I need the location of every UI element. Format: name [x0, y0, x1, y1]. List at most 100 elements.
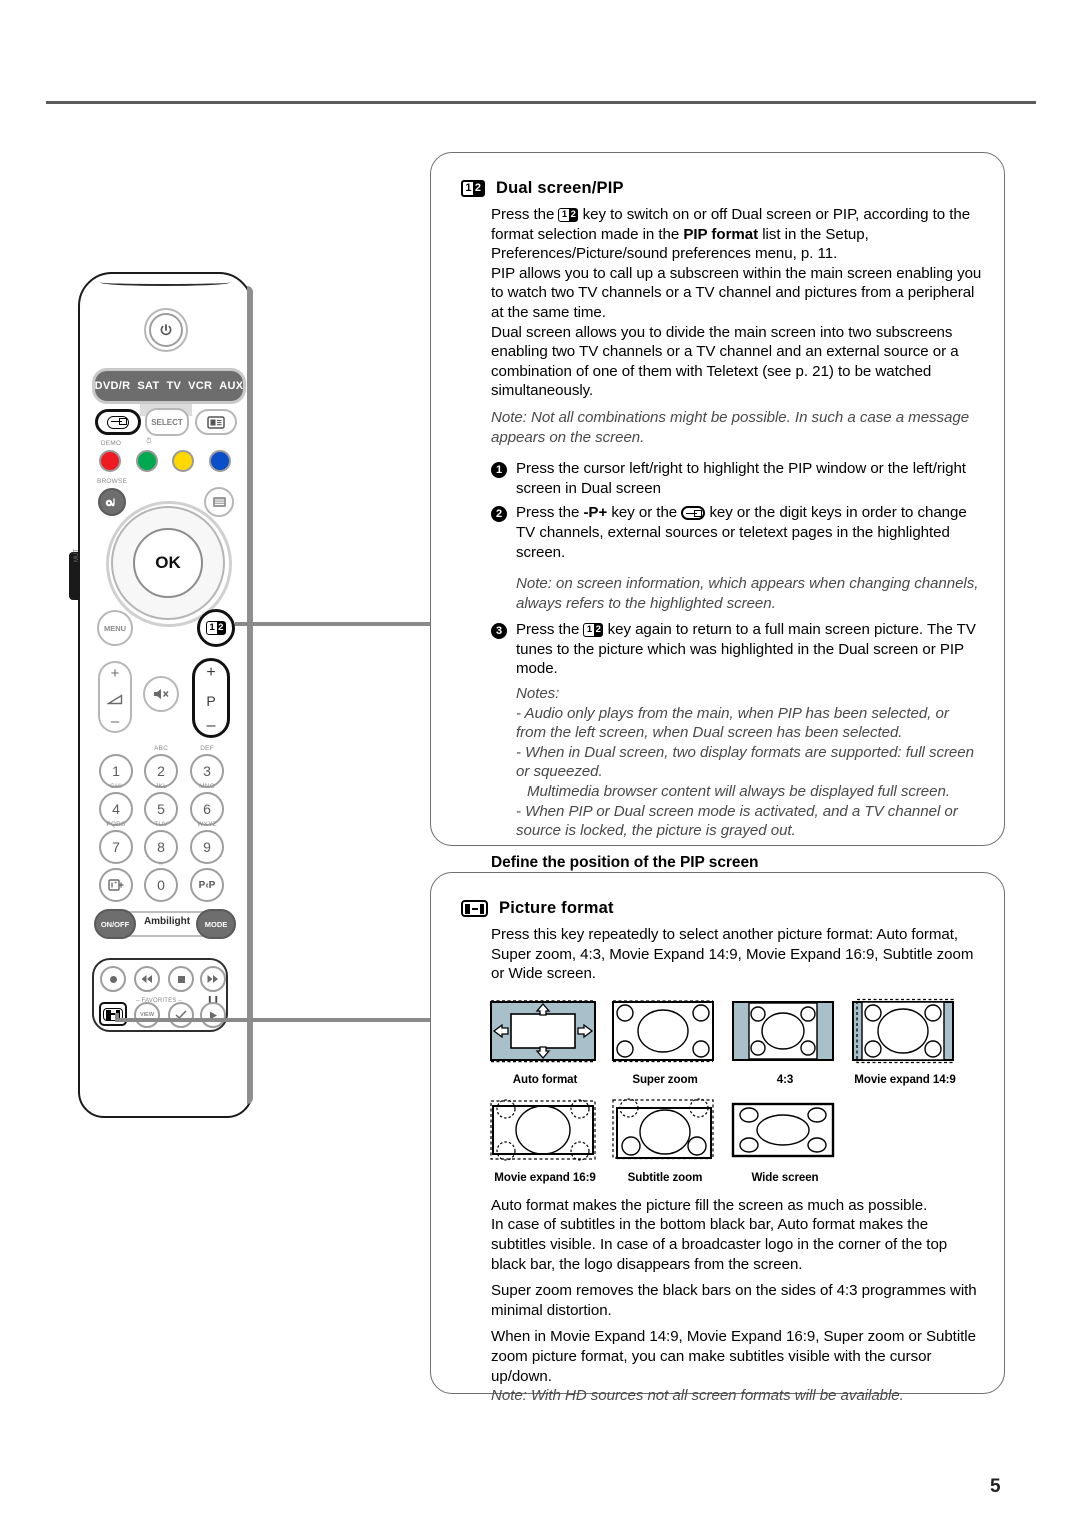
menu-button[interactable]: MENU [97, 610, 133, 646]
key-0[interactable]: 0 [144, 868, 178, 902]
info-button[interactable] [99, 868, 133, 902]
key-12-icon [206, 621, 226, 635]
hd-note: Note: With HD sources not all screen for… [491, 1387, 904, 1405]
super-zoom-label: Super zoom [632, 1072, 698, 1086]
browse-button[interactable] [98, 488, 126, 516]
play-button[interactable] [200, 1002, 226, 1028]
step-bullet-1: 1 [491, 461, 507, 478]
key-8[interactable]: 8 [144, 830, 178, 864]
ok-label: OK [155, 553, 181, 572]
step2-pre: Press the [516, 504, 584, 522]
ok-button[interactable]: OK [133, 528, 203, 598]
ambilight-onoff-button[interactable]: ON/OFF [94, 909, 136, 939]
dual-screen-callout-box: Dual screen/PIP Press the key to switch … [430, 152, 1005, 1002]
pip-format-bold: PIP format [683, 225, 759, 243]
red-colour-key[interactable] [99, 450, 121, 472]
notes-label: Notes: [516, 685, 560, 703]
dual-screen-intro: Press the key to switch on or off Dual s… [491, 205, 982, 264]
format-item-fourthree: 4:3 [725, 998, 845, 1086]
dual-screen-pip-button[interactable] [197, 609, 235, 647]
blue-colour-key[interactable] [209, 450, 231, 472]
key-7-letters: PQRS [106, 821, 126, 828]
rewind-button[interactable] [134, 966, 160, 992]
favorites-check-button[interactable] [168, 1002, 194, 1028]
source-button[interactable] [95, 409, 141, 435]
previous-programme-button[interactable]: P‹P [190, 868, 224, 902]
power-icon [160, 324, 172, 336]
key-5-letters: JKL [155, 783, 167, 790]
format-thumbnails-row-2: Movie expand 16:9 Subtitle zoom Wide scr… [485, 1096, 982, 1184]
forward-button[interactable] [200, 966, 226, 992]
remote-side-edge [247, 286, 253, 1104]
movie-expand-169-diagram [489, 1096, 602, 1164]
note-onscreen: Note: on screen information, which appea… [516, 575, 979, 612]
step-text-3: Press the key again to return to a full … [516, 620, 982, 679]
key-6-letters: MNO [199, 783, 215, 790]
leader-line-picture-format-horizontal [115, 1018, 435, 1022]
key-12-icon [583, 623, 604, 638]
volume-plus[interactable]: + [111, 666, 120, 681]
teletext-key-icon [207, 415, 225, 429]
green-colour-key[interactable] [136, 450, 158, 472]
note-multimedia: Multimedia browser content will always b… [527, 783, 950, 801]
yellow-colour-key[interactable] [172, 450, 194, 472]
step2-mid: key or the [607, 504, 682, 522]
teletext-menu-button[interactable] [204, 487, 234, 517]
dual-screen-heading: Dual screen/PIP [461, 179, 982, 198]
key-7[interactable]: 7 [99, 830, 133, 864]
mode-dvdr[interactable]: DVD/R [95, 380, 131, 392]
note-audio: - Audio only plays from the main, when P… [516, 704, 949, 742]
four-three-label: 4:3 [776, 1072, 794, 1086]
mode-tv[interactable]: TV [166, 380, 181, 392]
key-8-letters: TUV [154, 821, 168, 828]
clock-icon: ⏱ [146, 438, 152, 445]
volume-rocker[interactable]: + – [98, 661, 132, 733]
mute-button[interactable] [143, 676, 179, 712]
ambilight-mode-label: MODE [204, 919, 228, 929]
device-mode-bar[interactable]: DVD/R SAT TV VCR AUX [92, 368, 246, 404]
picture-format-intro: Press this key repeatedly to select anot… [491, 926, 974, 983]
key-12-icon [461, 180, 485, 197]
press-the-text: Press the [491, 206, 555, 223]
step-bullet-2: 2 [491, 505, 507, 522]
dual-screen-title: Dual screen/PIP [496, 179, 624, 197]
leader-line-dual-screen [235, 622, 435, 626]
record-button[interactable] [100, 966, 126, 992]
volume-minus[interactable]: – [111, 714, 119, 729]
key-4-letters: GHI [109, 783, 123, 790]
subtitle-visibility-description: When in Movie Expand 14:9, Movie Expand … [491, 1328, 976, 1385]
stop-button[interactable] [168, 966, 194, 992]
picture-format-title: Picture format [499, 899, 614, 917]
power-button[interactable] [144, 308, 188, 352]
key-9-label: 9 [203, 839, 211, 855]
key-7-label: 7 [112, 839, 120, 855]
key-1-label: 1 [112, 763, 120, 779]
mode-sat[interactable]: SAT [137, 380, 159, 392]
key-2-letters: ABC [154, 745, 168, 752]
step2-bold: -P+ [583, 504, 608, 522]
format-item-auto: Auto format [485, 998, 605, 1086]
key-9[interactable]: 9 [190, 830, 224, 864]
step-item: 1 Press the cursor left/right to highlig… [491, 459, 982, 498]
remote-control-illustration: MUT DVD/R SAT TV VCR AUX SELECT DEMO ⏱ B… [69, 272, 253, 1118]
mode-vcr[interactable]: VCR [188, 380, 212, 392]
program-minus[interactable]: – [207, 718, 216, 734]
teletext-button[interactable] [195, 409, 237, 435]
picture-format-button[interactable] [99, 1002, 127, 1026]
view-button[interactable]: VIEW [134, 1002, 160, 1028]
format-item-empty [845, 1096, 965, 1184]
program-label: P [206, 692, 216, 709]
key-4-label: 4 [112, 801, 120, 817]
mode-aux[interactable]: AUX [219, 380, 243, 392]
key-2-label: 2 [157, 763, 165, 779]
key-6-label: 6 [203, 801, 211, 817]
program-rocker[interactable]: + P – [192, 658, 230, 738]
ambilight-mode-button[interactable]: MODE [196, 909, 236, 939]
format-item-widescreen: Wide screen [725, 1096, 845, 1184]
movie-expand-149-diagram [849, 998, 962, 1066]
pip-label: P‹P [198, 879, 216, 891]
program-plus[interactable]: + [206, 665, 215, 681]
auto-format-diagram [489, 998, 602, 1066]
select-button[interactable]: SELECT [145, 408, 189, 436]
picture-format-key-icon [461, 900, 488, 917]
